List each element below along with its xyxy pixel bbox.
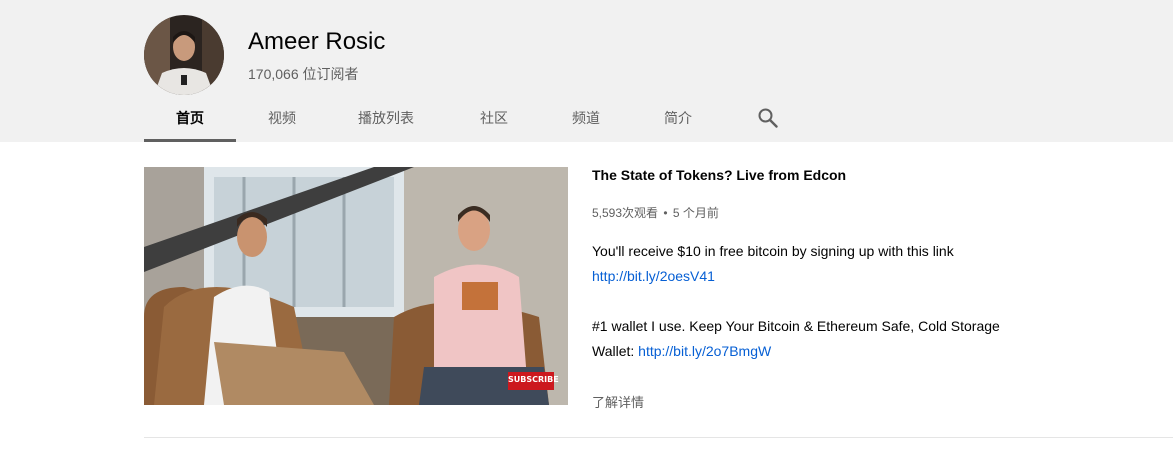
channel-avatar[interactable] (144, 15, 224, 95)
thumbnail-image (144, 167, 568, 405)
description-link-1[interactable]: http://bit.ly/2oesV41 (592, 268, 715, 284)
view-count: 5,593次观看 (592, 206, 659, 220)
upload-age: 5 个月前 (672, 206, 719, 220)
tab-playlists[interactable]: 播放列表 (340, 96, 432, 142)
video-metadata: 5,593次观看 • 5 个月前 (592, 204, 719, 221)
channel-search-button[interactable] (757, 107, 779, 129)
description-line-3: Wallet: http://bit.ly/2o7BmgW (592, 343, 771, 359)
description-line-2: #1 wallet I use. Keep Your Bitcoin & Eth… (592, 318, 1000, 334)
description-wallet-prefix: Wallet: (592, 343, 639, 359)
tab-videos[interactable]: 视频 (236, 96, 328, 142)
tab-about[interactable]: 简介 (632, 96, 724, 142)
featured-video-thumbnail[interactable]: SUBSCRIBE (144, 167, 568, 405)
subscriber-count: 170,066 位订阅者 (248, 66, 359, 82)
subscribe-badge: SUBSCRIBE (508, 375, 559, 384)
read-more-link[interactable]: 了解详情 (592, 392, 644, 411)
tab-channels[interactable]: 频道 (540, 96, 632, 142)
featured-video-title[interactable]: The State of Tokens? Live from Edcon (592, 167, 846, 183)
description-link-2[interactable]: http://bit.ly/2o7BmgW (638, 343, 771, 359)
active-tab-indicator (144, 139, 236, 142)
tab-community[interactable]: 社区 (448, 96, 540, 142)
section-divider (144, 437, 1173, 438)
search-icon (758, 108, 778, 128)
meta-separator: • (663, 206, 668, 220)
avatar-image (144, 15, 224, 95)
tab-home[interactable]: 首页 (144, 96, 236, 142)
channel-name: Ameer Rosic (248, 28, 386, 55)
description-line-1: You'll receive $10 in free bitcoin by si… (592, 243, 954, 259)
